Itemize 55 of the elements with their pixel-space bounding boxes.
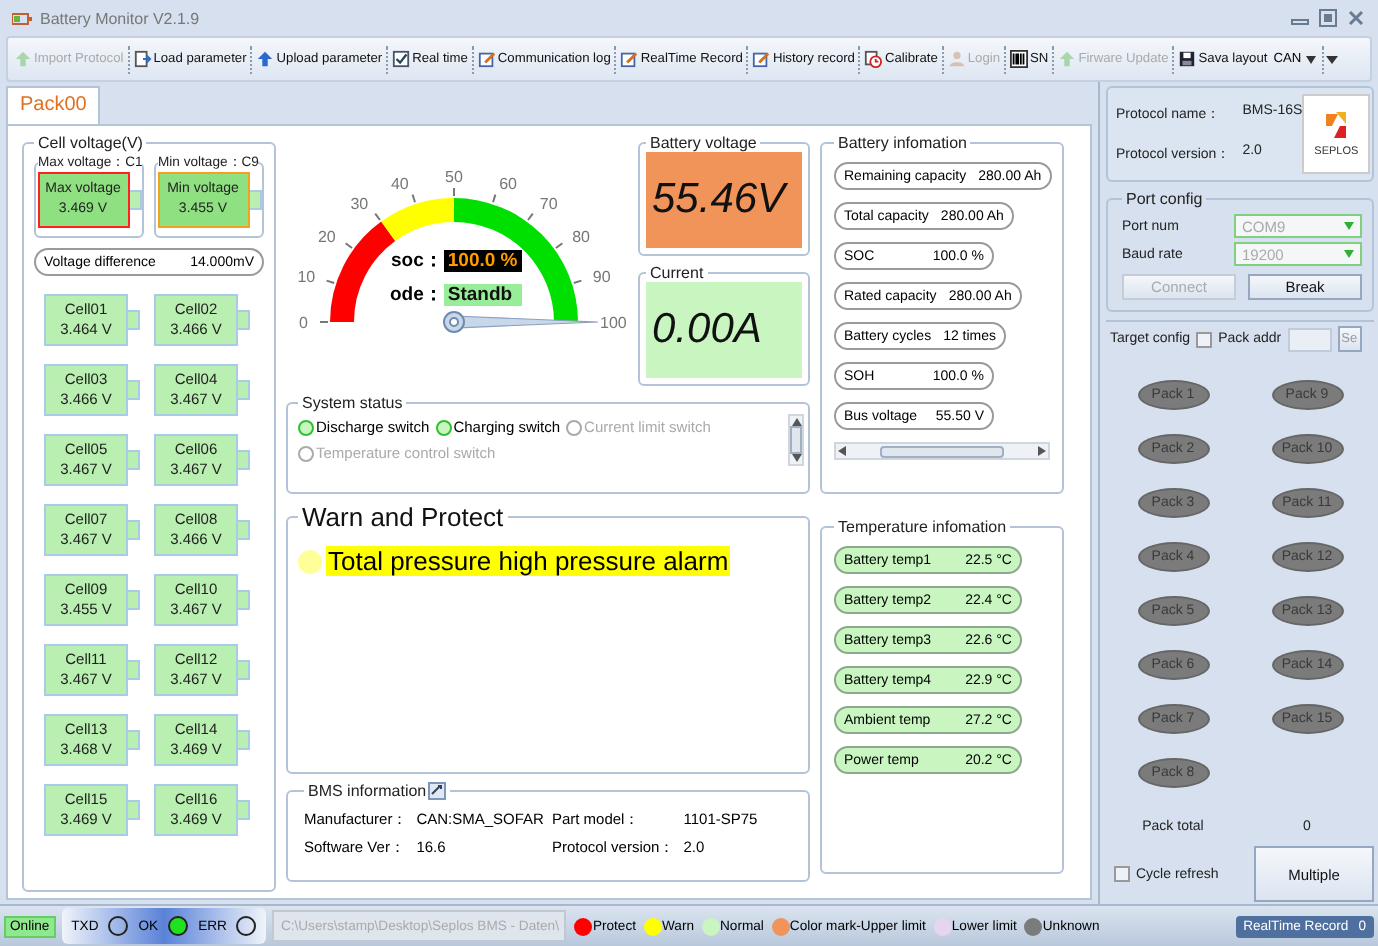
scrollbar[interactable] xyxy=(834,442,1050,460)
gauge-tick-label: 50 xyxy=(445,167,463,186)
scrollbar[interactable] xyxy=(788,414,804,466)
alarm-text: Total pressure high pressure alarm xyxy=(326,546,731,576)
battery-voltage-readout: 55.46V xyxy=(646,152,802,248)
gauge-tick-label: 60 xyxy=(499,174,517,193)
notepad-pen-icon xyxy=(752,50,771,68)
caret-right-icon[interactable] xyxy=(1037,446,1046,456)
gauge-tick-label: 0 xyxy=(299,313,308,332)
gauge-tick-label: 70 xyxy=(539,195,558,214)
caret-left-icon[interactable] xyxy=(838,446,846,456)
soc-value: 100.0 % xyxy=(443,250,522,272)
checkbox[interactable] xyxy=(1114,866,1130,882)
current-readout: 0.00A xyxy=(646,282,802,378)
group-title: System status xyxy=(300,394,405,412)
gauge-tick-label: 80 xyxy=(572,227,590,246)
up-arrow-icon xyxy=(14,50,32,68)
group-title: Current xyxy=(648,264,706,282)
logo-icon xyxy=(1322,110,1351,142)
caret-icon xyxy=(1344,250,1354,258)
window-title: Battery Monitor V2.1.9 xyxy=(40,9,200,27)
mode-value: Standb xyxy=(443,284,522,306)
soc-label: soc： xyxy=(390,248,444,274)
barcode-icon xyxy=(1010,50,1029,68)
gauge-tick-label: 100 xyxy=(600,313,627,332)
group-title: Warn and Protect xyxy=(300,502,506,532)
up-arrow-icon xyxy=(1058,50,1077,68)
pack-tab[interactable]: Pack00 xyxy=(6,86,101,124)
gauge-tick-label: 30 xyxy=(350,195,369,214)
notepad-pen-icon xyxy=(620,50,639,68)
user-icon xyxy=(947,50,966,68)
caret-icon xyxy=(1344,222,1354,230)
gauge-tick-label: 20 xyxy=(318,227,336,246)
gauge-tick-label: 10 xyxy=(297,268,316,287)
caret-icon xyxy=(1305,55,1316,63)
app-icon xyxy=(12,10,32,26)
notepad-pen-icon xyxy=(477,50,496,68)
mode-label: ode： xyxy=(390,282,444,308)
close-icon[interactable] xyxy=(1346,8,1366,28)
group-title: BMS information xyxy=(308,782,427,800)
checkbox-icon xyxy=(392,50,411,68)
tool-icon[interactable] xyxy=(428,782,447,800)
group-title: Battery infomation xyxy=(836,134,969,152)
checkbox[interactable] xyxy=(1196,331,1213,347)
maximize-icon[interactable] xyxy=(1318,8,1338,28)
gauge-tick-label: 90 xyxy=(592,268,611,287)
group-title: Cell voltage(V) xyxy=(36,134,145,152)
input-field[interactable] xyxy=(1287,327,1332,351)
group-title: Battery voltage xyxy=(648,134,759,152)
clock-icon xyxy=(864,50,883,68)
overflow-caret-icon[interactable] xyxy=(1325,54,1338,64)
group-title: Temperature infomation xyxy=(836,518,1009,536)
up-arrow-icon xyxy=(256,50,275,68)
gauge-tick-label: 40 xyxy=(391,174,409,193)
group-title: Port config xyxy=(1124,190,1205,208)
